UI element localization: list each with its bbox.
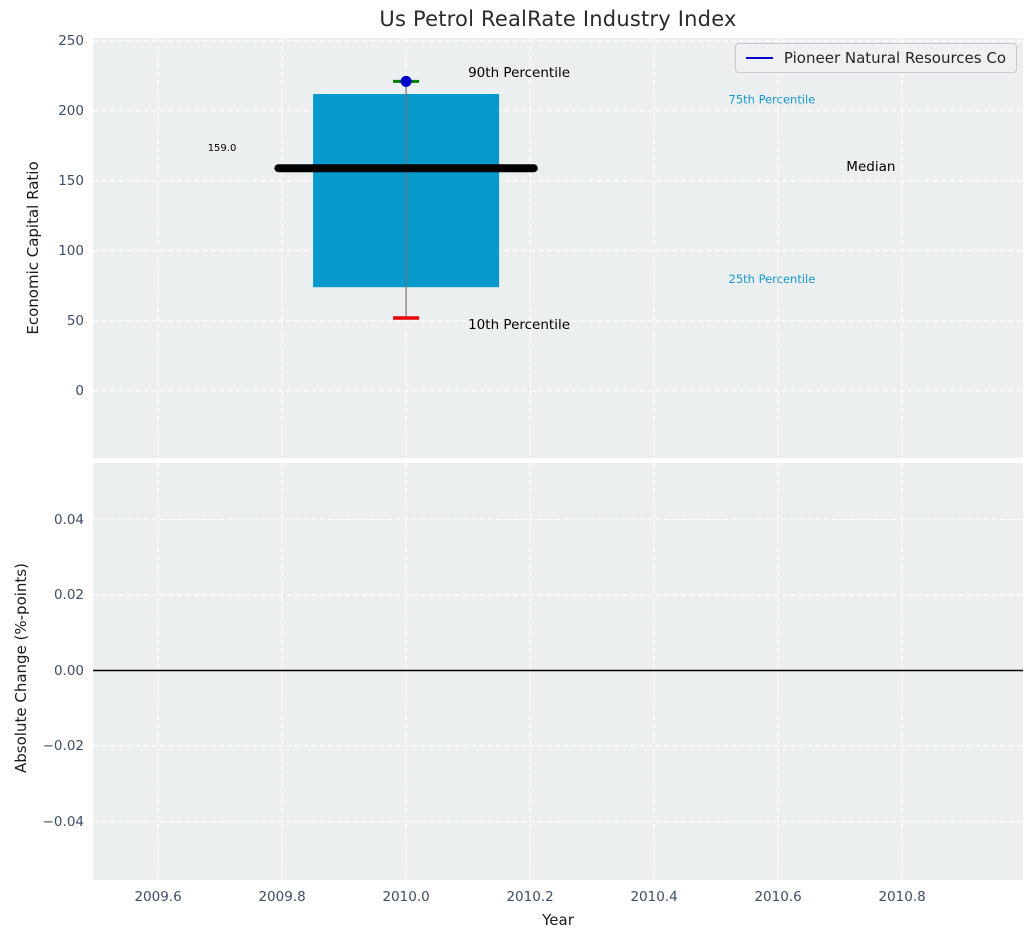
x-tick-label: 2010.8 (878, 889, 926, 905)
figure: Us Petrol RealRate Industry Index 90th P… (0, 0, 1034, 942)
x-tick-label: 2010.4 (630, 889, 678, 905)
annotation: 10th Percentile (468, 317, 570, 333)
x-axis-label: Year (542, 911, 574, 929)
y-tick-label: 0 (75, 382, 84, 399)
annotation: 90th Percentile (468, 65, 570, 81)
y-tick-label: −0.04 (42, 813, 84, 830)
x-tick-label: 2009.6 (134, 889, 182, 905)
y-tick-label: −0.02 (42, 738, 84, 755)
y-tick-label: 0.04 (53, 511, 84, 528)
annotation: 25th Percentile (729, 272, 816, 286)
legend-line-sample (746, 56, 773, 60)
x-tick-label: 2009.8 (258, 889, 306, 905)
legend: Pioneer Natural Resources Co (735, 43, 1017, 73)
annotation: 75th Percentile (729, 93, 816, 107)
chart-title: Us Petrol RealRate Industry Index (379, 7, 737, 31)
y-tick-label: 150 (58, 172, 84, 189)
p90-marker (400, 75, 412, 87)
panel-canvas-absolute-change (93, 463, 1023, 880)
legend-label: Pioneer Natural Resources Co (783, 49, 1006, 67)
y-tick-label: 100 (58, 242, 84, 259)
x-tick-label: 2010.0 (382, 889, 430, 905)
plot-area-top: 90th Percentile 10th Percentile 75th Perce… (93, 38, 1023, 458)
y-tick-label: 50 (66, 312, 84, 329)
annotation: 159.0 (208, 143, 237, 154)
y-tick-label: 200 (58, 102, 84, 119)
y-tick-label: 0.00 (53, 662, 84, 679)
annotation: Median (846, 159, 895, 175)
y-tick-label: 250 (58, 32, 84, 49)
panel-canvas-economic-capital-ratio: 90th Percentile 10th Percentile 75th Perce… (93, 38, 1023, 458)
x-tick-label: 2010.2 (506, 889, 554, 905)
y-tick-label: 0.02 (53, 587, 84, 604)
x-tick-label: 2010.6 (754, 889, 802, 905)
plot-area-bottom (93, 463, 1023, 880)
